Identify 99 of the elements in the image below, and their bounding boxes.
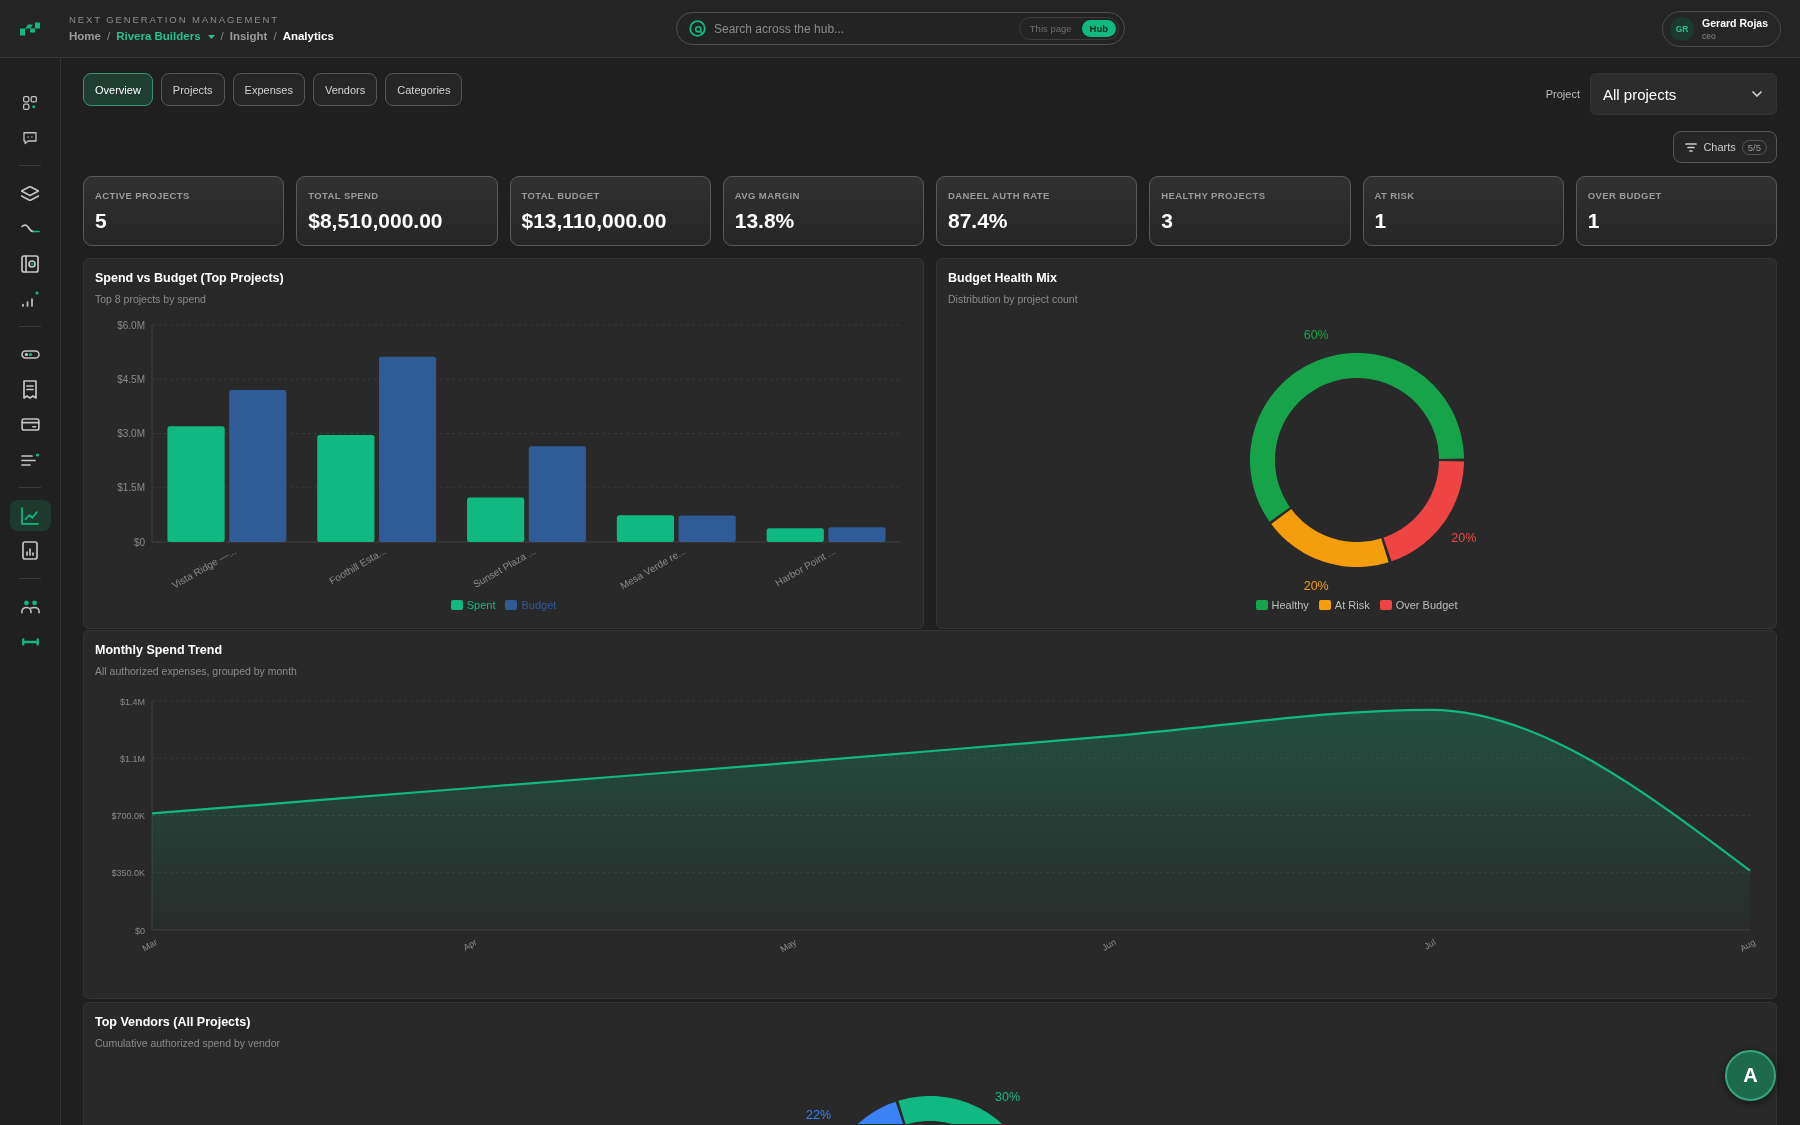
kpi-label: ACTIVE PROJECTS	[95, 190, 190, 202]
axis-label: $700.0K	[111, 811, 145, 821]
bar	[678, 515, 736, 542]
axis-label: Jun	[1100, 937, 1118, 953]
wave-icon	[20, 224, 40, 233]
panel-subtitle: Top 8 projects by spend	[95, 293, 206, 306]
filter-label: Project	[1545, 88, 1580, 100]
panel-subtitle: Distribution by project count	[948, 293, 1078, 306]
signal-bars-icon	[21, 290, 39, 307]
data-label: 22%	[806, 1107, 832, 1122]
kpi-value: 1	[1587, 208, 1600, 233]
kpi-label: AT RISK	[1374, 190, 1415, 202]
kpi-label: TOTAL BUDGET	[521, 190, 600, 202]
kpi-label: TOTAL SPEND	[308, 190, 379, 202]
charts-button[interactable]: Charts 5/5	[1673, 131, 1777, 163]
caret-down-icon	[207, 35, 215, 39]
bar	[467, 497, 525, 542]
axis-label: $1.5M	[117, 482, 145, 494]
legend-label: Healthy	[1271, 598, 1309, 612]
brand-tagline: NEXT GENERATION MANAGEMENT	[69, 14, 281, 25]
axis-label: Mesa Verde re...	[618, 545, 688, 592]
kpi-value: 13.8%	[734, 208, 795, 233]
breadcrumb-separator: /	[273, 29, 277, 43]
kpi-label: AVG MARGIN	[734, 190, 800, 202]
breadcrumb-link[interactable]: Insight	[229, 29, 268, 43]
axis-label: Aug	[1738, 937, 1757, 954]
tab[interactable]: Overview	[83, 73, 153, 106]
axis-label: $350.0K	[111, 868, 145, 879]
data-label: 20%	[1451, 531, 1477, 546]
legend-label: Spent	[466, 598, 496, 612]
profile-button[interactable]: GR Gerard Rojas ceo	[1662, 10, 1781, 47]
panel-title: Budget Health Mix	[948, 271, 1058, 286]
bar	[616, 515, 675, 542]
axis-label: $4.5M	[117, 373, 145, 385]
line-chart-icon	[21, 506, 39, 525]
data-label: 30%	[995, 1089, 1021, 1104]
kpi-value: 3	[1161, 208, 1173, 233]
chevron-down-icon	[1752, 91, 1762, 97]
axis-label: $0	[135, 925, 145, 936]
card-icon	[20, 418, 40, 431]
report-icon	[22, 541, 38, 560]
user-role: ceo	[1702, 30, 1716, 41]
panel-title: Monthly Spend Trend	[95, 643, 223, 658]
axis-label: $3.0M	[117, 428, 145, 439]
axis-label: $1.1M	[120, 753, 145, 764]
people-icon	[20, 599, 40, 614]
dash-icon	[21, 637, 39, 646]
search-icon	[689, 20, 706, 37]
breadcrumb-separator: /	[106, 29, 111, 43]
kpi-value: 87.4%	[948, 208, 1008, 233]
axis-label: May	[778, 937, 799, 955]
kpi-label: DANEEL AUTH RATE	[948, 190, 1050, 202]
legend-label: Budget	[521, 598, 557, 612]
kpi-label: OVER BUDGET	[1587, 190, 1662, 202]
apps-icon	[21, 93, 39, 112]
legend-label: At Risk	[1334, 598, 1370, 612]
project-select[interactable]: All projects	[1590, 73, 1777, 115]
bar	[828, 527, 886, 542]
user-avatar: GR	[1670, 16, 1695, 41]
kpi-value: 1	[1374, 208, 1387, 233]
axis-label: Jul	[1422, 937, 1438, 952]
breadcrumb-separator: /	[220, 29, 224, 43]
search-field[interactable]: Search across the hub... This page Hub	[676, 12, 1125, 45]
kpi-value: $13,110,000.00	[521, 208, 667, 233]
bar	[766, 528, 824, 542]
tab[interactable]: Projects	[160, 73, 225, 106]
panel-title: Spend vs Budget (Top Projects)	[95, 271, 284, 286]
panel-subtitle: Cumulative authorized spend by vendor	[95, 1037, 281, 1050]
tab[interactable]: Vendors	[312, 73, 378, 106]
layers-icon	[21, 186, 39, 201]
axis-label: $1.4M	[120, 696, 145, 707]
workspace-dropdown[interactable]: Rivera Builders	[116, 29, 215, 43]
user-name: Gerard Rojas	[1702, 16, 1768, 29]
tab[interactable]: Expenses	[232, 73, 305, 106]
safe-icon	[21, 254, 39, 273]
panel-subtitle: All authorized expenses, grouped by month	[95, 665, 297, 678]
breadcrumb-link[interactable]: Home	[69, 29, 101, 43]
tab[interactable]: Categories	[385, 73, 463, 106]
axis-label: Apr	[461, 937, 479, 953]
kpi-value: 5	[95, 208, 107, 233]
data-label: 60%	[1303, 327, 1329, 342]
kpi-value: $8,510,000.00	[308, 208, 443, 233]
logo-icon	[20, 21, 40, 36]
axis-label: Vista Ridge —...	[170, 545, 238, 591]
axis-label: $6.0M	[117, 319, 145, 331]
axis-label: Mar	[140, 937, 159, 954]
receipt-icon	[23, 380, 37, 399]
breadcrumb-current: Analytics	[282, 29, 334, 43]
list-icon	[21, 453, 39, 466]
filter-icon	[1685, 142, 1698, 152]
toggle-icon	[20, 350, 40, 359]
sidebar-item[interactable]	[9, 500, 51, 531]
scope-option[interactable]: Hub	[1081, 20, 1116, 37]
kpi-label: HEALTHY PROJECTS	[1161, 190, 1266, 202]
legend-label: Over Budget	[1395, 598, 1458, 612]
search-input[interactable]: Search across the hub...	[714, 20, 1011, 37]
panel-title: Top Vendors (All Projects)	[95, 1015, 251, 1030]
data-label: 20%	[1303, 579, 1329, 594]
axis-label: $0	[133, 536, 145, 548]
